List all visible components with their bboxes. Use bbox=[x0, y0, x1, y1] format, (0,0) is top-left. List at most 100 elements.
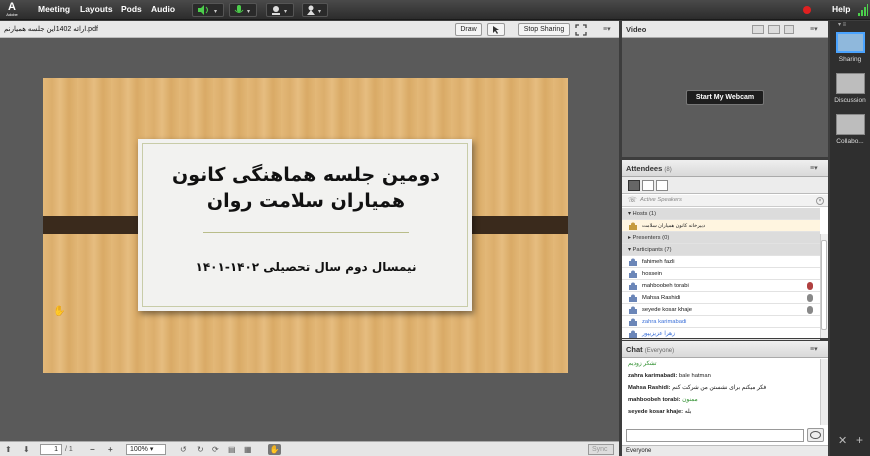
refresh-icon[interactable]: ⟳ bbox=[212, 444, 219, 455]
attendees-scroll-thumb[interactable] bbox=[821, 240, 827, 330]
menu-bar: A Adobe Meeting Layouts Pods Audio ▾ ▾ ▾ … bbox=[0, 0, 870, 20]
participant-row[interactable]: زهرا عزیزیپور bbox=[622, 328, 820, 340]
status-icon: ▾ bbox=[307, 5, 321, 15]
microphone-button[interactable]: ▾ bbox=[229, 3, 257, 17]
camera-button[interactable]: ▾ bbox=[266, 3, 294, 17]
slide-decor-bar-left bbox=[43, 216, 149, 234]
page-number-input[interactable]: 1 bbox=[40, 444, 62, 455]
svg-text:▾: ▾ bbox=[247, 9, 250, 15]
video-pod-options-icon[interactable]: ≡▾ bbox=[810, 25, 818, 33]
participants-section-header[interactable]: ▾ Participants (7) bbox=[622, 244, 820, 256]
speaker-icon: ▾ bbox=[198, 5, 217, 15]
recording-indicator[interactable] bbox=[803, 6, 811, 14]
add-layout-icon[interactable]: + bbox=[856, 433, 863, 447]
pod-options-icon[interactable]: ≡▾ bbox=[603, 25, 611, 33]
participant-name: fahimeh fazli bbox=[642, 259, 675, 265]
chat-text: بله bbox=[683, 409, 692, 415]
host-row[interactable]: دبیرخانه کانون همیاران سلامت bbox=[622, 220, 820, 232]
single-page-icon[interactable]: ▤ bbox=[228, 444, 236, 455]
video-layout-single-icon[interactable] bbox=[784, 25, 794, 34]
participant-row[interactable]: seyede kosar khaje bbox=[622, 304, 820, 316]
help-menu[interactable]: Help bbox=[832, 4, 850, 14]
tools-icon[interactable]: ✕ bbox=[838, 434, 847, 447]
zoom-in-icon[interactable]: + bbox=[108, 444, 113, 455]
chat-message: mahboobeh torabi: ممنون bbox=[628, 397, 698, 403]
share-content-area: دومین جلسه هماهنگی کانون همیاران سلامت ر… bbox=[0, 38, 619, 441]
connection-signal-icon bbox=[858, 4, 868, 16]
fullscreen-icon[interactable] bbox=[575, 24, 587, 36]
zoom-out-icon[interactable]: − bbox=[90, 444, 95, 455]
menu-pods[interactable]: Pods bbox=[121, 4, 142, 14]
raise-hand-button[interactable]: ▾ bbox=[302, 3, 328, 17]
chat-options-icon[interactable]: ≡▾ bbox=[810, 345, 818, 353]
svg-text:▾: ▾ bbox=[214, 9, 217, 15]
layout-sharing-thumb[interactable] bbox=[836, 32, 865, 53]
send-icon bbox=[810, 431, 821, 439]
expand-view-icon[interactable] bbox=[642, 180, 654, 191]
participant-row[interactable]: mahboobeh torabi bbox=[622, 280, 820, 292]
participant-row[interactable]: Mahsa Rashidi bbox=[622, 292, 820, 304]
close-speakers-icon[interactable]: × bbox=[816, 197, 824, 205]
next-page-icon[interactable]: ⬇ bbox=[23, 444, 30, 455]
slide-title-line1: دومین جلسه هماهنگی کانون bbox=[171, 164, 441, 186]
menu-layouts[interactable]: Layouts bbox=[80, 4, 113, 14]
participant-row[interactable]: zahra karimabadi bbox=[622, 316, 820, 328]
hosts-section-header[interactable]: ▾ Hosts (1) bbox=[622, 208, 820, 220]
thumbnails-icon[interactable]: ▦ bbox=[244, 444, 252, 455]
speaker-button[interactable]: ▾ bbox=[192, 3, 224, 17]
chat-scrollbar[interactable] bbox=[820, 359, 828, 425]
shared-file-title: ارائه 1402این جلسه همیارنم.pdf bbox=[4, 26, 98, 33]
chat-sender: seyede kosar khaje: bbox=[628, 409, 684, 415]
chat-sender: Mahsa Rashidi: bbox=[628, 385, 671, 391]
participant-row[interactable]: hossein bbox=[622, 268, 820, 280]
slide-title: دومین جلسه هماهنگی کانون همیاران سلامت ر… bbox=[143, 162, 469, 214]
chat-send-button[interactable] bbox=[807, 428, 824, 442]
menu-meeting[interactable]: Meeting bbox=[38, 4, 70, 14]
participant-mic-icon bbox=[807, 282, 813, 290]
rotate-right-icon[interactable]: ↻ bbox=[197, 444, 204, 455]
stop-sharing-button[interactable]: Stop Sharing bbox=[518, 23, 570, 36]
start-webcam-button[interactable]: Start My Webcam bbox=[686, 90, 764, 105]
layout-collaboration-thumb[interactable] bbox=[836, 114, 865, 135]
layouts-collapse-icon[interactable]: ▾ ≡ bbox=[838, 21, 846, 28]
participant-name: hossein bbox=[642, 271, 662, 277]
hand-tool-icon[interactable]: ✋ bbox=[268, 444, 281, 455]
participant-row[interactable]: fahimeh fazli bbox=[622, 256, 820, 268]
layout-discussion-label[interactable]: Discussion bbox=[830, 97, 870, 104]
participant-icon bbox=[629, 306, 637, 314]
chat-pod: Chat (Everyone) ≡▾ Everyone تشکر زودیم za… bbox=[622, 341, 828, 456]
video-layout-filmstrip-icon[interactable] bbox=[768, 25, 780, 34]
menu-audio[interactable]: Audio bbox=[151, 4, 175, 14]
attendees-options-icon[interactable]: ≡▾ bbox=[810, 164, 818, 172]
chat-tab-everyone[interactable]: Everyone bbox=[622, 445, 828, 456]
video-layout-grid-icon[interactable] bbox=[752, 25, 764, 34]
pointer-tool-button[interactable] bbox=[487, 23, 505, 36]
draw-button[interactable]: Draw bbox=[455, 23, 482, 36]
slide-divider bbox=[203, 232, 409, 233]
chat-message-input[interactable] bbox=[626, 429, 804, 442]
adobe-logo: A Adobe bbox=[6, 1, 18, 18]
participant-mic-icon bbox=[807, 306, 813, 314]
chat-text: فکر میکنم برای نشستن من شرکت کنم bbox=[670, 385, 767, 391]
presenters-section-header[interactable]: ▸ Presenters (0) bbox=[622, 232, 820, 244]
participant-icon bbox=[629, 318, 637, 326]
page-total: / 1 bbox=[65, 446, 73, 453]
participant-icon bbox=[629, 270, 637, 278]
chat-pod-header: Chat (Everyone) ≡▾ bbox=[622, 341, 828, 358]
slide-card-frame: دومین جلسه هماهنگی کانون همیاران سلامت ر… bbox=[142, 143, 468, 307]
chat-sender: zahra karimabadi: bbox=[628, 373, 678, 379]
list-view-icon[interactable] bbox=[628, 180, 640, 191]
attendees-pod-header: Attendees (8) ≡▾ bbox=[622, 160, 828, 177]
attendees-toolbar bbox=[622, 177, 828, 194]
sync-button[interactable]: Sync bbox=[588, 444, 614, 455]
svg-text:▾: ▾ bbox=[318, 9, 321, 15]
rotate-left-icon[interactable]: ↺ bbox=[180, 444, 187, 455]
layout-sharing-label[interactable]: Sharing bbox=[830, 56, 870, 63]
layout-collaboration-label[interactable]: Collabo... bbox=[830, 138, 870, 145]
layout-discussion-thumb[interactable] bbox=[836, 73, 865, 94]
zoom-select[interactable]: 100% ▾ bbox=[126, 444, 166, 455]
slide-decor-bar-right bbox=[469, 216, 568, 234]
sort-icon[interactable] bbox=[656, 180, 668, 191]
previous-page-icon[interactable]: ⬆ bbox=[5, 444, 12, 455]
attendees-title: Attendees (8) bbox=[626, 164, 672, 173]
